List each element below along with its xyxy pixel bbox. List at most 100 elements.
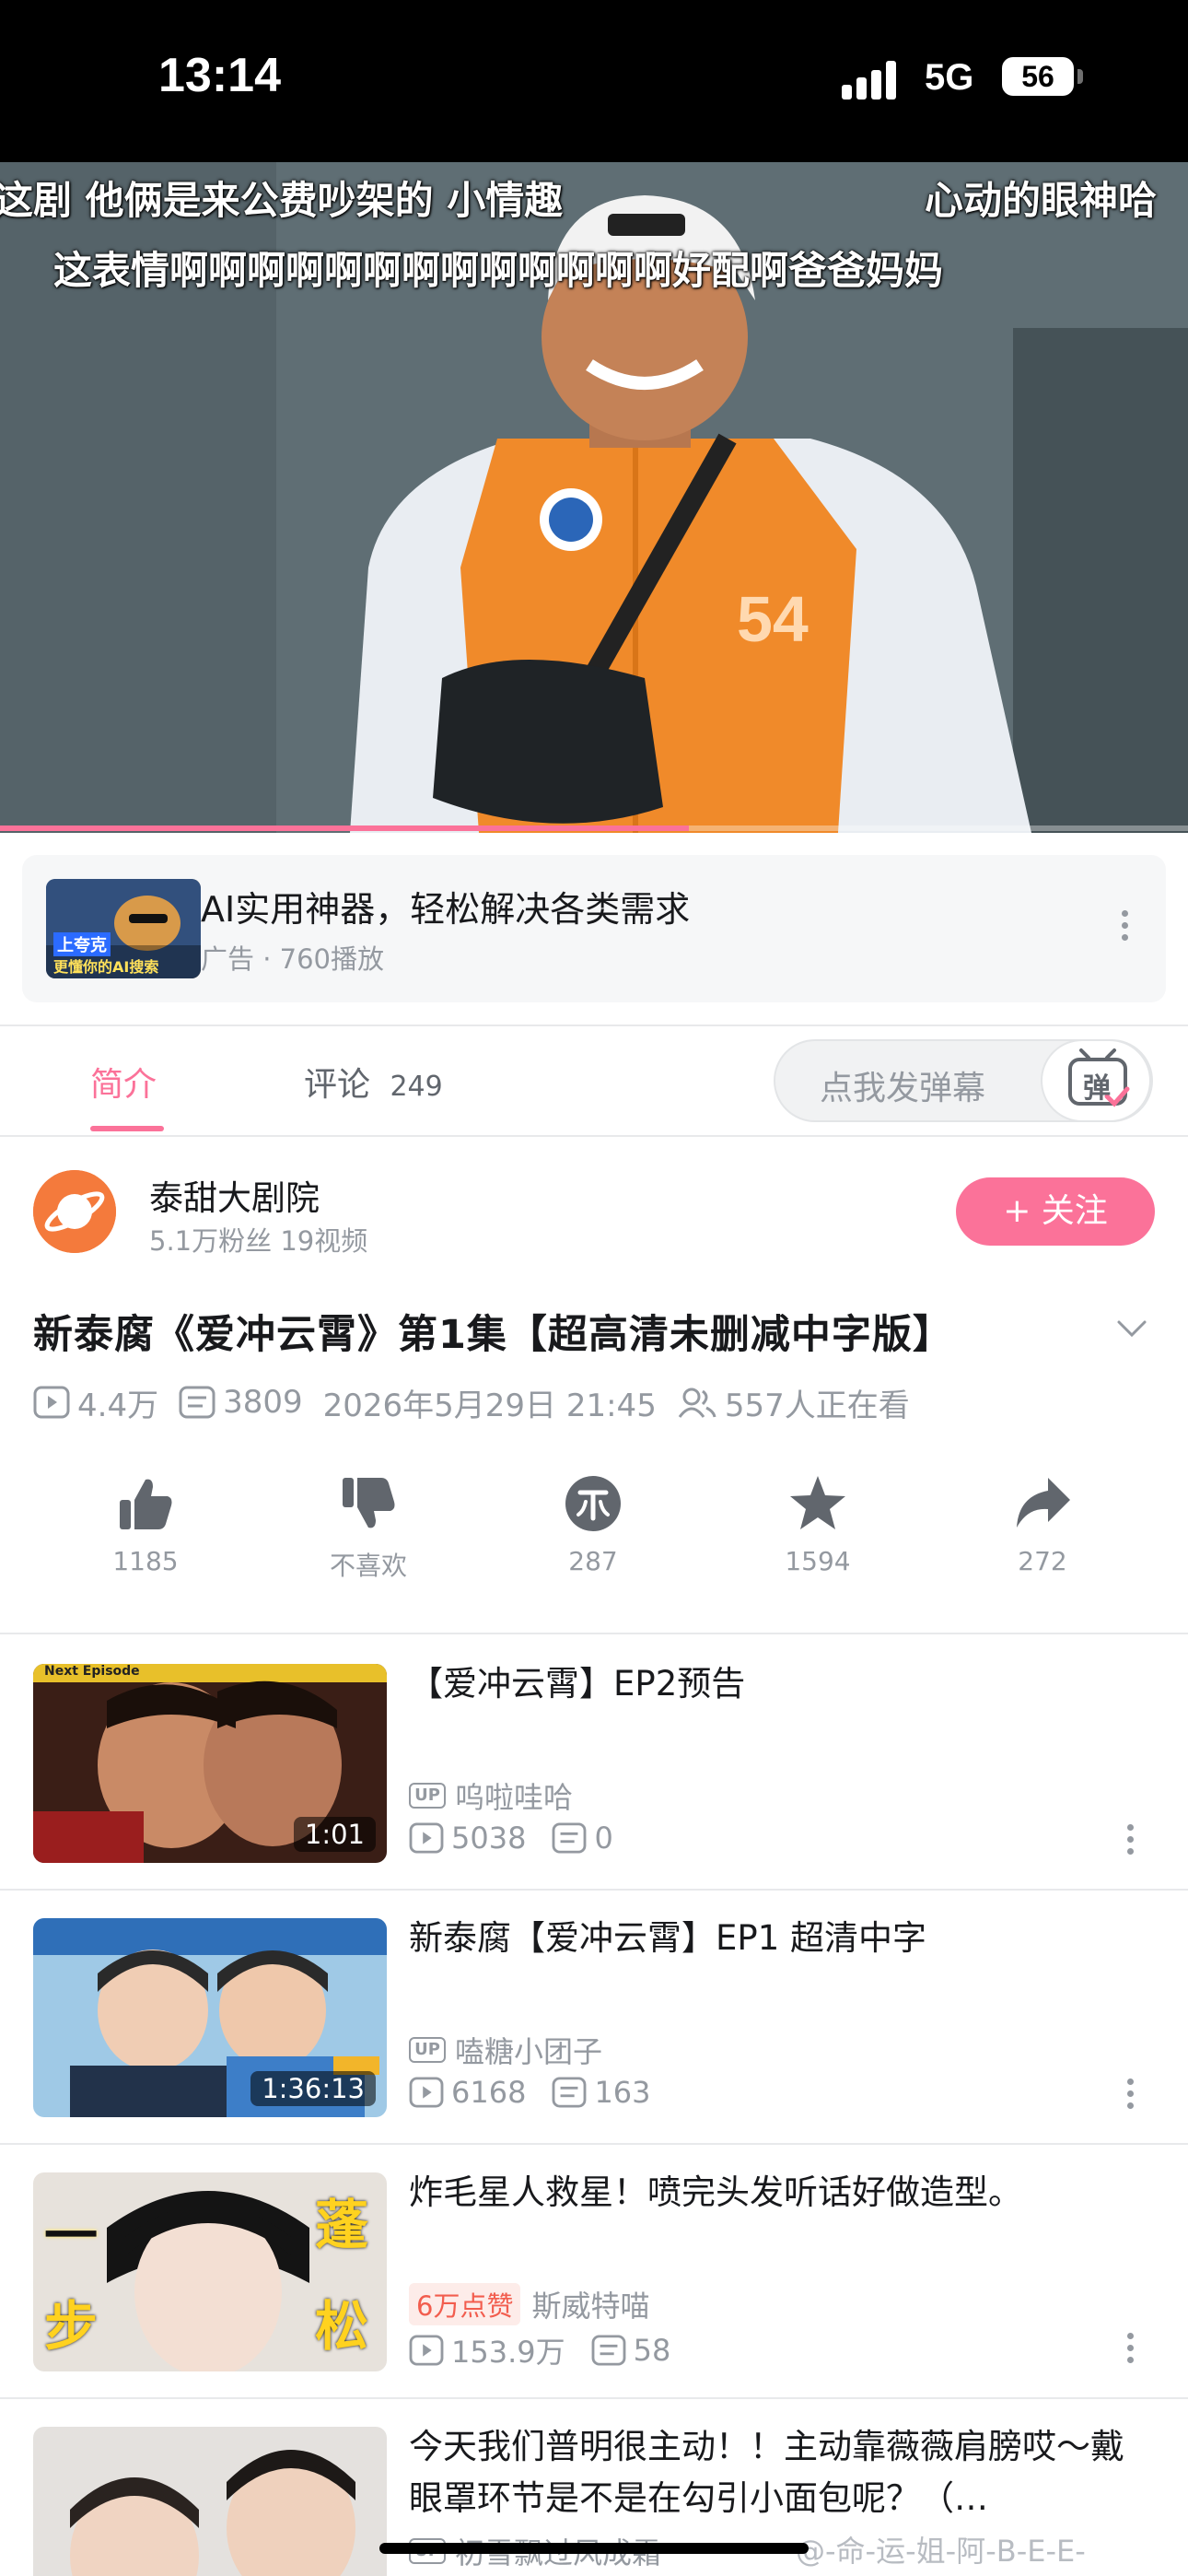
- up-badge: UP: [409, 2037, 446, 2063]
- video-player[interactable]: 54 这剧 他俩是来公费吵架的 小情趣 心动的眼神哈 这表情啊啊啊啊啊啊啊啊啊啊…: [0, 162, 1188, 833]
- coin-count: 287: [568, 1546, 618, 1576]
- video-duration: 1:36:13: [250, 2071, 376, 2106]
- publish-date: 2026年5月29日 21:45: [322, 1387, 657, 1424]
- status-time: 13:14: [158, 49, 281, 102]
- video-stats: 153.9万 58: [409, 2329, 696, 2371]
- danmaku-count: 163: [594, 2075, 651, 2110]
- thumbs-down-icon: [343, 1478, 395, 1528]
- video-thumbnail: [33, 2427, 387, 2576]
- divider: [0, 1889, 1188, 1891]
- ad-title: AI实用神器，轻松解决各类需求: [201, 889, 691, 930]
- thumb-tag: Next Episode: [44, 1664, 140, 1679]
- video-title: 今天我们普明很主动！！主动靠薇薇肩膀哎～戴眼罩环节是不是在勾引小面包呢？（…: [409, 2427, 1124, 2518]
- thumbs-up-icon: [120, 1479, 172, 1529]
- video-progress-fill: [0, 825, 690, 831]
- coin-icon: [565, 1476, 621, 1531]
- up-badge: UP: [409, 1783, 446, 1809]
- ad-card[interactable]: 上夸克 更懂你的AI搜索 AI实用神器，轻松解决各类需求 广告 · 760播放: [22, 855, 1166, 1002]
- star-icon: [790, 1476, 845, 1529]
- comment-count: 249: [390, 1071, 443, 1103]
- favorite-count: 1594: [785, 1546, 851, 1576]
- chevron-down-icon[interactable]: [1116, 1319, 1147, 1338]
- video-stats: 5038 0: [409, 1821, 639, 1856]
- more-options-icon[interactable]: [1125, 2078, 1135, 2115]
- author-name: 呜啦哇哈: [455, 1780, 574, 1815]
- danmaku-count-icon: [553, 1822, 587, 1854]
- danmaku-settings-button[interactable]: 弹: [1041, 1039, 1151, 1122]
- dislike-label: 不喜欢: [329, 1551, 407, 1581]
- video-author[interactable]: UP 呜啦哇哈: [409, 1774, 573, 1817]
- tab-label: 简介: [90, 1066, 157, 1104]
- video-duration: 1:01: [293, 1817, 376, 1852]
- danmaku-comment: 这表情啊啊啊啊啊啊啊啊啊啊啊啊啊好配啊爸爸妈妈: [53, 248, 944, 293]
- view-count: 4.4万: [77, 1387, 159, 1424]
- video-title: 新泰腐【爱冲云霄】EP1 超清中字: [409, 1918, 926, 1958]
- danmaku-count-icon: [179, 1386, 215, 1419]
- watching-count: 557人正在看: [724, 1387, 910, 1424]
- likes-badge: 6万点赞: [409, 2283, 521, 2325]
- video-thumbnail: Next Episode 1:01: [33, 1664, 387, 1863]
- danmaku-input-placeholder: 点我发弹幕: [820, 1070, 986, 1107]
- divider: [0, 1633, 1188, 1634]
- play-count-icon: [409, 2335, 444, 2366]
- like-button[interactable]: 1185: [72, 1474, 219, 1576]
- thumb-overlay-text: 一: [44, 2205, 99, 2267]
- follow-button[interactable]: + 关注: [956, 1177, 1155, 1246]
- video-author[interactable]: UP 嗑糖小团子: [409, 2029, 602, 2071]
- danmaku-count-icon: [553, 2077, 587, 2108]
- uploader-meta: 5.1万粉丝 19视频: [149, 1225, 368, 1257]
- thumb-overlay-text: 步: [44, 2295, 99, 2358]
- view-count: 153.9万: [451, 2335, 565, 2370]
- more-options-icon[interactable]: [1125, 1824, 1135, 1861]
- divider: [0, 1025, 1188, 1026]
- favorite-button[interactable]: 1594: [744, 1474, 891, 1576]
- coin-button[interactable]: 287: [519, 1474, 667, 1576]
- list-item[interactable]: 1:36:13 新泰腐【爱冲云霄】EP1 超清中字 UP 嗑糖小团子 6168 1…: [0, 1892, 1188, 2117]
- danmaku-count: 3809: [223, 1384, 303, 1421]
- tab-intro[interactable]: 简介: [90, 1058, 157, 1106]
- dislike-button[interactable]: 不喜欢: [295, 1474, 442, 1583]
- more-options-icon[interactable]: [1125, 2333, 1135, 2370]
- view-count: 5038: [451, 1821, 527, 1856]
- danmaku-input[interactable]: 点我发弹幕 弹: [774, 1039, 1153, 1122]
- share-icon: [1017, 1478, 1070, 1528]
- signal-icon: [842, 61, 906, 100]
- danmaku-button-label: 弹: [1083, 1072, 1111, 1105]
- uploader-avatar[interactable]: [33, 1170, 116, 1253]
- thumb-overlay-text: 蓬: [315, 2194, 369, 2256]
- video-stats: 4.4万 3809 2026年5月29日 21:45 557人正在看: [33, 1382, 930, 1424]
- divider: [0, 2143, 1188, 2145]
- ad-thumbnail: 上夸克 更懂你的AI搜索: [46, 879, 201, 978]
- ad-thumb-caption: 更懂你的AI搜索: [53, 958, 159, 976]
- status-bar: 13:14 5G 56: [0, 0, 1188, 162]
- svg-text:54: 54: [737, 583, 809, 655]
- tab-active-indicator: [90, 1126, 164, 1131]
- home-indicator[interactable]: [379, 2543, 809, 2554]
- video-title: 新泰腐《爱冲云霄》第1集【超高清未删减中字版】: [33, 1312, 953, 1358]
- video-stats: 6168 163: [409, 2075, 677, 2110]
- video-thumbnail: 一 蓬 步 松: [33, 2172, 387, 2371]
- share-count: 272: [1018, 1546, 1067, 1576]
- danmaku-count-icon: [591, 2335, 626, 2366]
- uploader-name[interactable]: 泰甜大剧院: [149, 1170, 320, 1220]
- divider: [0, 2397, 1188, 2399]
- video-author[interactable]: 6万点赞 斯威特喵: [409, 2283, 649, 2325]
- play-count-icon: [33, 1386, 70, 1419]
- share-button[interactable]: 272: [969, 1474, 1116, 1576]
- list-item[interactable]: 一 蓬 步 松 炸毛星人救星！喷完头发听话好做造型。 6万点赞 斯威特喵 153.…: [0, 2147, 1188, 2371]
- ad-thumb-caption: 上夸克: [53, 932, 111, 956]
- video-title: 炸毛星人救星！喷完头发听话好做造型。: [409, 2172, 1022, 2212]
- battery-icon: 56: [1002, 57, 1083, 96]
- tab-comments[interactable]: 评论 249: [304, 1058, 443, 1106]
- more-options-icon[interactable]: [1120, 910, 1129, 947]
- view-count: 6168: [451, 2075, 527, 2110]
- danmaku-comment: 心动的眼神哈: [925, 178, 1158, 223]
- list-item[interactable]: Next Episode 1:01 【爱冲云霄】EP2预告 UP 呜啦哇哈 503…: [0, 1638, 1188, 1863]
- like-count: 1185: [112, 1546, 179, 1576]
- author-name: 斯威特喵: [531, 2289, 650, 2324]
- danmaku-comment: 这剧 他俩是来公费吵架的 小情趣: [0, 178, 564, 223]
- play-count-icon: [409, 1822, 444, 1854]
- thumb-overlay-text: 松: [315, 2295, 369, 2358]
- video-title: 【爱冲云霄】EP2预告: [409, 1664, 746, 1704]
- network-type: 5G: [925, 57, 974, 98]
